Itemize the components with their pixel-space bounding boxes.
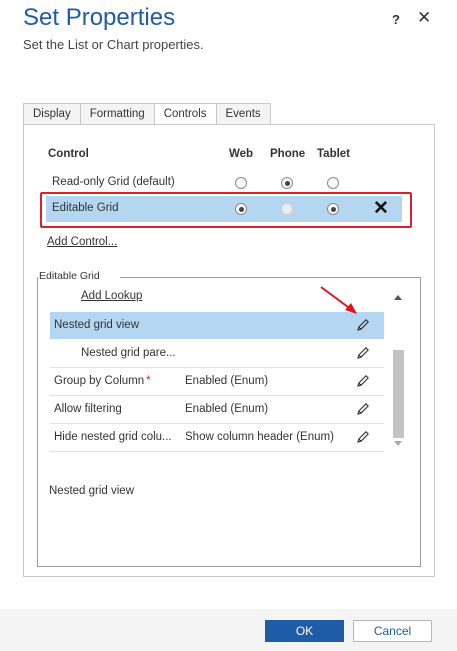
close-icon[interactable]: ✕ (417, 8, 431, 28)
scroll-down-arrow-icon[interactable] (394, 441, 402, 446)
property-row-nested-grid-view[interactable]: Nested grid view (50, 312, 384, 339)
tablet-radio[interactable] (327, 177, 339, 189)
pencil-icon[interactable] (355, 317, 371, 333)
controls-panel: Control Web Phone Tablet Read-only Grid … (23, 124, 435, 577)
property-row-hide-nested-grid-column[interactable]: Hide nested grid colu... Show column hea… (50, 424, 384, 452)
pencil-icon[interactable] (355, 345, 371, 361)
group-border (120, 277, 420, 278)
scroll-up-arrow-icon[interactable] (394, 295, 402, 300)
property-name: Allow filtering (54, 403, 122, 415)
dialog-title: Set Properties (23, 4, 176, 31)
property-name: Nested grid view (54, 319, 140, 331)
property-value: Enabled (Enum) (185, 375, 269, 387)
phone-radio[interactable] (281, 177, 293, 189)
property-value: Show column header (Enum) (185, 431, 334, 443)
property-name: Hide nested grid colu... (54, 431, 172, 443)
add-control-link[interactable]: Add Control... (47, 236, 117, 248)
pencil-icon[interactable] (355, 401, 371, 417)
add-lookup-link[interactable]: Add Lookup (81, 290, 142, 302)
column-header-control: Control (48, 148, 89, 160)
property-row-allow-filtering[interactable]: Allow filtering Enabled (Enum) (50, 396, 384, 424)
property-name: Group by Column * (54, 375, 151, 387)
dialog-footer: OK Cancel (0, 609, 457, 651)
property-description: Nested grid view (49, 485, 135, 497)
control-name: Read-only Grid (default) (52, 176, 175, 188)
tab-events[interactable]: Events (215, 103, 271, 124)
pencil-icon[interactable] (355, 373, 371, 389)
pencil-icon[interactable] (355, 429, 371, 445)
property-row-group-by-column[interactable]: Group by Column * Enabled (Enum) (50, 368, 384, 396)
ok-button[interactable]: OK (265, 620, 344, 642)
tab-formatting[interactable]: Formatting (79, 103, 155, 124)
column-header-phone: Phone (270, 148, 306, 160)
property-name: Nested grid pare... (81, 347, 176, 359)
highlight-box (40, 192, 412, 228)
property-row-nested-grid-parent[interactable]: Nested grid pare... (50, 340, 384, 368)
column-header-tablet: Tablet (317, 148, 351, 160)
web-radio[interactable] (235, 177, 247, 189)
group-legend: Editable Grid (38, 270, 101, 282)
scroll-thumb[interactable] (393, 350, 404, 438)
tab-bar: Display Formatting Controls Events (23, 103, 271, 125)
help-button[interactable]: ? (392, 12, 400, 27)
tab-controls[interactable]: Controls (153, 103, 217, 125)
dialog-subtitle: Set the List or Chart properties. (23, 37, 204, 52)
cancel-button[interactable]: Cancel (353, 620, 432, 642)
required-marker: * (146, 375, 151, 387)
property-list-scrollbar[interactable] (392, 293, 404, 450)
tab-display[interactable]: Display (23, 103, 81, 124)
column-header-web: Web (229, 148, 254, 160)
property-value: Enabled (Enum) (185, 403, 269, 415)
